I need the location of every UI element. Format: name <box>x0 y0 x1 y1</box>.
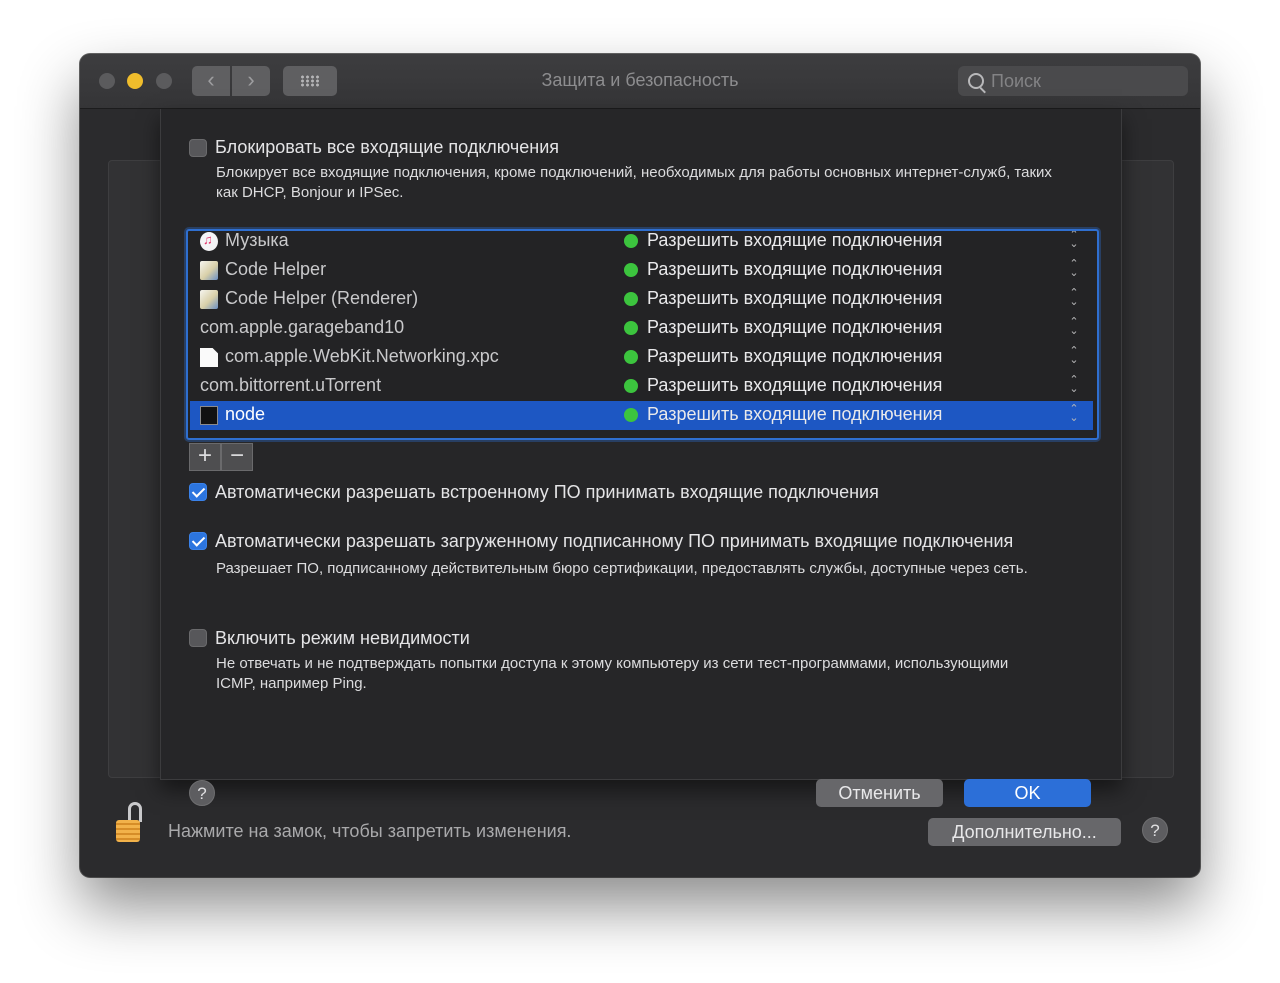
stealth-mode-checkbox[interactable] <box>189 629 207 647</box>
stealth-mode-description: Не отвечать и не подтверждать попытки до… <box>216 655 1009 692</box>
status-dot-icon <box>624 234 638 248</box>
stepper-icon[interactable]: ⌃ ⌄ <box>1068 346 1080 367</box>
table-row-selected[interactable]: node Разрешить входящие подключения ⌃ ⌄ <box>190 401 1093 430</box>
app-name: com.apple.WebKit.Networking.xpc <box>225 346 499 366</box>
app-name: Code Helper <box>225 259 327 279</box>
block-all-checkbox[interactable] <box>189 139 207 157</box>
search-input[interactable]: Поиск <box>958 66 1188 96</box>
stepper-icon[interactable]: ⌃ ⌄ <box>1068 288 1080 309</box>
status-dot-icon <box>624 263 638 277</box>
app-name: Code Helper (Renderer) <box>225 288 419 308</box>
block-all-label: Блокировать все входящие подключения <box>215 137 560 157</box>
code-helper-icon <box>200 290 218 309</box>
firewall-options-sheet: Блокировать все входящие подключения Бло… <box>160 109 1122 807</box>
status-text: Разрешить входящие подключения <box>647 288 943 308</box>
status-text: Разрешить входящие подключения <box>647 346 943 366</box>
auto-signed-label: Автоматически разрешать загруженному под… <box>215 531 1014 551</box>
status-text: Разрешить входящие подключения <box>647 317 943 337</box>
status-text: Разрешить входящие подключения <box>647 375 943 395</box>
auto-builtin-checkbox[interactable] <box>189 483 207 501</box>
unlocked-lock-icon[interactable] <box>116 802 146 846</box>
status-dot-icon <box>624 350 638 364</box>
status-text: Разрешить входящие подключения <box>647 259 943 279</box>
lock-hint-text: Нажмите на замок, чтобы запретить измене… <box>168 821 572 841</box>
stepper-icon[interactable]: ⌃ ⌄ <box>1068 404 1080 425</box>
music-icon <box>200 232 218 251</box>
stepper-icon[interactable]: ⌃ ⌄ <box>1068 375 1080 396</box>
stepper-icon[interactable]: ⌃ ⌄ <box>1068 317 1080 338</box>
block-all-description: Блокирует все входящие подключения, кром… <box>216 164 1052 201</box>
table-row[interactable]: Code Helper Разрешить входящие подключен… <box>190 256 1093 285</box>
app-name: Музыка <box>225 230 289 250</box>
ok-button[interactable]: OK <box>964 779 1091 807</box>
status-dot-icon <box>624 321 638 335</box>
status-text: Разрешить входящие подключения <box>647 404 943 424</box>
table-row[interactable]: com.apple.WebKit.Networking.xpc Разрешит… <box>190 343 1093 372</box>
status-text: Разрешить входящие подключения <box>647 230 943 250</box>
status-dot-icon <box>624 379 638 393</box>
stepper-icon[interactable]: ⌃ ⌄ <box>1068 231 1080 251</box>
stepper-icon[interactable]: ⌃ ⌄ <box>1068 259 1080 280</box>
advanced-button[interactable]: Дополнительно... <box>928 818 1121 846</box>
add-app-button[interactable]: + <box>189 443 221 471</box>
code-helper-icon <box>200 261 218 280</box>
table-row[interactable]: Code Helper (Renderer) Разрешить входящи… <box>190 285 1093 314</box>
auto-signed-checkbox[interactable] <box>189 532 207 550</box>
auto-signed-description: Разрешает ПО, подписанному действительны… <box>216 560 1028 577</box>
lock-shackle <box>128 802 142 822</box>
terminal-icon <box>200 406 218 425</box>
status-dot-icon <box>624 408 638 422</box>
cancel-button[interactable]: Отменить <box>816 779 943 807</box>
title-bar: ‹ › Защита и безопасность Поиск <box>80 54 1200 109</box>
apps-table[interactable]: Музыка Разрешить входящие подключения ⌃⌄… <box>186 229 1099 440</box>
document-icon <box>200 348 218 367</box>
app-name: node <box>225 404 266 424</box>
auto-builtin-label: Автоматически разрешать встроенному ПО п… <box>215 482 879 502</box>
lock-body <box>116 820 140 842</box>
security-privacy-window: ‹ › Защита и безопасность Поиск Блокиров… <box>80 54 1200 877</box>
search-icon <box>968 73 984 89</box>
help-button[interactable]: ? <box>189 780 215 806</box>
table-row[interactable]: com.bittorrent.uTorrent Разрешить входящ… <box>190 372 1093 401</box>
stealth-mode-label: Включить режим невидимости <box>215 628 470 648</box>
app-name: com.bittorrent.uTorrent <box>200 375 382 395</box>
status-dot-icon <box>624 292 638 306</box>
search-placeholder: Поиск <box>991 71 1041 91</box>
footer-help-button[interactable]: ? <box>1142 817 1168 843</box>
table-row[interactable]: com.apple.garageband10 Разрешить входящи… <box>190 314 1093 343</box>
remove-app-button[interactable]: − <box>221 443 253 471</box>
table-row[interactable]: Музыка Разрешить входящие подключения ⌃⌄ <box>190 230 1093 256</box>
app-name: com.apple.garageband10 <box>200 317 405 337</box>
